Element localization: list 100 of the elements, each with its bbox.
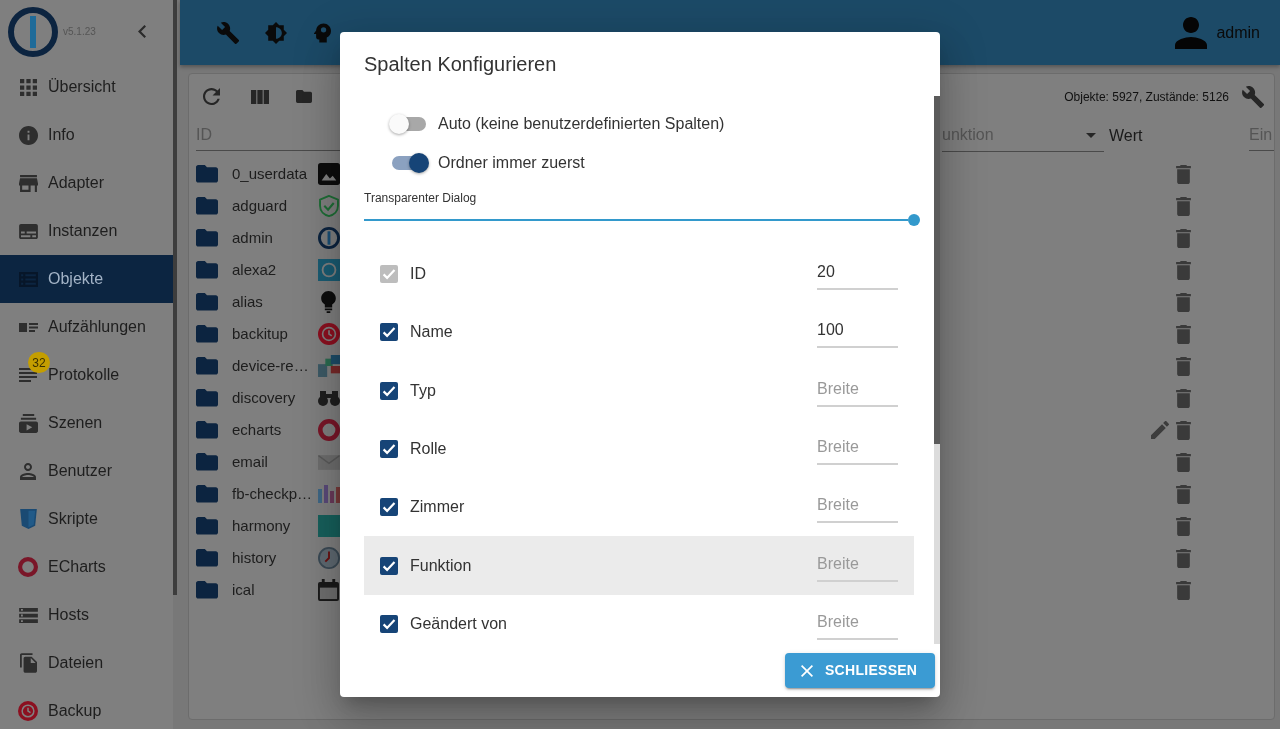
width-field[interactable]: Breite (817, 491, 898, 524)
checkbox[interactable] (380, 323, 398, 342)
checkbox[interactable] (380, 440, 398, 459)
folder-icon[interactable] (196, 325, 218, 343)
object-name: harmony (232, 515, 292, 536)
trash-icon[interactable] (1176, 324, 1191, 344)
folder-icon[interactable] (196, 357, 218, 375)
sidebar-item[interactable]: Instanzen (0, 207, 173, 255)
folder-icon[interactable] (196, 293, 218, 311)
object-stats: Objekte: 5927, Zustände: 5126 (1064, 88, 1229, 106)
sidebar-item[interactable]: Übersicht (0, 63, 173, 111)
column-label: Name (410, 322, 453, 343)
scrollbar[interactable] (173, 0, 177, 595)
close-button[interactable]: SCHLIESSEN (785, 653, 935, 688)
width-field[interactable]: Breite (817, 607, 898, 640)
column-label: Rolle (410, 439, 447, 460)
column-label: ID (410, 264, 426, 285)
table-icon (18, 271, 38, 287)
sidebar-item[interactable]: Benutzer (0, 447, 173, 495)
column-header: Wert (1109, 125, 1143, 146)
object-name: adguard (232, 195, 289, 216)
trash-icon[interactable] (1176, 420, 1191, 440)
sidebar-item[interactable]: Protokolle 32 (0, 351, 173, 399)
folder-icon[interactable] (296, 90, 312, 103)
switch-label: Auto (keine benutzerdefinierten Spalten) (438, 113, 725, 134)
row-highlight[interactable]: Funktion Breite (364, 536, 914, 595)
trash-icon[interactable] (1176, 388, 1191, 408)
width-field[interactable]: Breite (817, 374, 898, 407)
slider-track[interactable] (364, 214, 920, 226)
trash-icon[interactable] (1176, 516, 1191, 536)
server-icon (18, 607, 38, 623)
object-name: fb-checkp… (232, 483, 314, 504)
wrench-icon[interactable] (217, 21, 239, 44)
checkbox[interactable] (380, 498, 398, 517)
width-field[interactable]: Breite (817, 549, 898, 582)
folder-icon[interactable] (196, 197, 218, 215)
trash-icon[interactable] (1176, 580, 1191, 600)
slider-label: Transparenter Dialog (364, 191, 477, 205)
trash-icon[interactable] (1176, 164, 1191, 184)
folder-icon[interactable] (196, 549, 218, 567)
trash-icon[interactable] (1176, 196, 1191, 216)
width-field[interactable]: Breite (817, 433, 898, 466)
trash-icon[interactable] (1176, 356, 1191, 376)
info-icon (18, 125, 38, 145)
refresh-icon[interactable] (203, 88, 220, 105)
count-badge: 32 (28, 352, 50, 373)
object-name: ical (232, 579, 256, 600)
columns-icon[interactable] (251, 89, 269, 104)
sidebar-item[interactable]: Szenen (0, 399, 173, 447)
object-name: email (232, 451, 269, 472)
sidebar-item[interactable]: Objekte (0, 255, 173, 303)
user-icon[interactable] (1175, 16, 1208, 49)
folder-icon[interactable] (196, 261, 218, 279)
binoculars-icon (317, 390, 340, 406)
pencil-icon[interactable] (1151, 421, 1169, 439)
head-icon[interactable] (314, 22, 331, 43)
shield-check-icon (318, 195, 339, 217)
slider-thumb[interactable] (908, 214, 920, 226)
sidebar-item[interactable]: Backup (0, 687, 173, 729)
folder-icon[interactable] (196, 165, 218, 183)
tile-icon (317, 515, 340, 537)
sidebar-item[interactable]: Adapter (0, 159, 173, 207)
wrench-icon[interactable] (1242, 85, 1264, 108)
object-name: alias (232, 291, 264, 312)
checkbox[interactable] (380, 614, 398, 633)
checkbox[interactable] (380, 556, 398, 575)
chevron-left-icon[interactable] (138, 25, 146, 38)
sidebar-item[interactable]: Hosts (0, 591, 173, 639)
sidebar-item[interactable]: ECharts (0, 543, 173, 591)
trash-icon[interactable] (1176, 260, 1191, 280)
object-name: discovery (232, 387, 297, 408)
sidebar-item[interactable]: Skripte (0, 495, 173, 543)
folder-icon[interactable] (196, 229, 218, 247)
user-name[interactable]: admin (1216, 20, 1260, 45)
dialog-title: Spalten Konfigurieren (363, 52, 558, 77)
folder-icon[interactable] (196, 389, 218, 407)
column-label: Funktion (410, 555, 472, 576)
folder-icon[interactable] (196, 517, 218, 535)
shield-icon (19, 509, 37, 529)
folder-icon[interactable] (196, 581, 218, 599)
play-stack-icon (18, 413, 38, 433)
folder-icon[interactable] (196, 453, 218, 471)
folder-icon[interactable] (196, 485, 218, 503)
column-label: Typ (410, 380, 436, 401)
ring-tile-icon (317, 259, 340, 281)
scrollbar[interactable] (934, 96, 940, 644)
sidebar-item[interactable]: Aufzählungen (0, 303, 173, 351)
trash-icon[interactable] (1176, 228, 1191, 248)
sidebar-item[interactable]: Dateien (0, 639, 173, 687)
width-field[interactable]: 100 (817, 316, 898, 349)
brightness-icon[interactable] (265, 21, 287, 44)
object-name: echarts (232, 419, 283, 440)
sidebar-item[interactable]: Info (0, 111, 173, 159)
trash-icon[interactable] (1176, 292, 1191, 312)
trash-icon[interactable] (1176, 452, 1191, 472)
clock-badge-icon (18, 701, 38, 721)
trash-icon[interactable] (1176, 548, 1191, 568)
folder-icon[interactable] (196, 421, 218, 439)
checkbox[interactable] (380, 381, 398, 400)
trash-icon[interactable] (1176, 484, 1191, 504)
